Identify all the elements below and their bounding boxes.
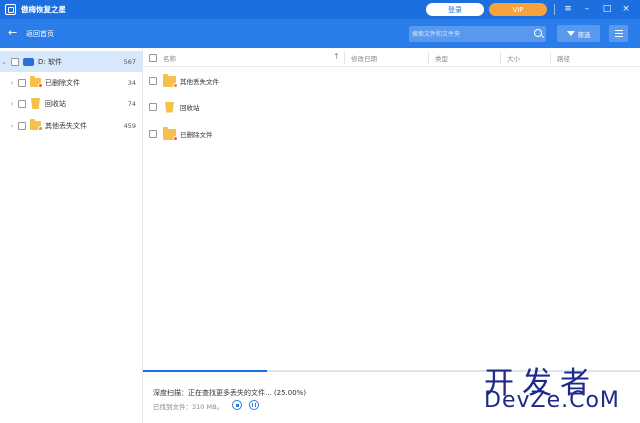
tree-item-drive-d[interactable]: ⌄ D: 软件 567 <box>0 51 142 72</box>
table-row[interactable]: 其他丢失文件 <box>143 68 640 94</box>
lost-folder-icon <box>30 119 43 131</box>
checkbox[interactable] <box>18 99 26 108</box>
search-box[interactable] <box>409 26 546 42</box>
recycle-bin-icon <box>165 101 174 113</box>
item-count: 459 <box>123 121 136 130</box>
checkbox[interactable] <box>18 121 26 130</box>
table-row[interactable]: 已删除文件 <box>143 121 640 147</box>
deleted-folder-icon <box>30 76 43 88</box>
close-icon[interactable]: × <box>619 2 633 16</box>
search-input[interactable] <box>412 28 527 40</box>
select-all-checkbox[interactable] <box>149 54 157 62</box>
pause-scan-button[interactable] <box>249 400 259 410</box>
chevron-down-icon[interactable]: ⌄ <box>0 58 8 66</box>
recycle-bin-icon <box>31 98 40 109</box>
item-count: 567 <box>123 57 136 66</box>
lost-folder-icon <box>163 73 178 88</box>
table-row[interactable]: 回收站 <box>143 94 640 120</box>
row-checkbox[interactable] <box>149 130 157 138</box>
pause-icon <box>252 403 256 407</box>
file-name: 已删除文件 <box>180 131 213 139</box>
title-divider <box>554 4 555 15</box>
watermark: 开发者 DevZe.CoM <box>484 358 634 416</box>
column-type[interactable]: 类型 <box>435 48 448 67</box>
tree-item-label: 其他丢失文件 <box>45 121 87 130</box>
scan-progress-fill <box>143 370 268 372</box>
tree-item-label: D: 软件 <box>38 57 62 66</box>
row-checkbox[interactable] <box>149 77 157 85</box>
filter-label: 筛选 <box>577 30 591 39</box>
maximize-icon[interactable]: □ <box>600 2 614 16</box>
search-icon[interactable] <box>534 29 542 37</box>
checkbox[interactable] <box>18 78 26 87</box>
minimize-icon[interactable]: – <box>580 2 594 16</box>
column-header: 名称 ↑ 修改日期 类型 大小 路径 <box>143 48 640 67</box>
back-home-link[interactable]: 返回首页 <box>26 29 54 39</box>
file-list: 名称 ↑ 修改日期 类型 大小 路径 其他丢失文件 回收站 已删除文件 <box>143 48 640 371</box>
filter-button[interactable]: 筛选 <box>557 25 600 42</box>
file-name: 回收站 <box>180 104 200 112</box>
checkbox[interactable] <box>11 57 19 66</box>
item-count: 34 <box>127 78 136 87</box>
chevron-right-icon[interactable]: › <box>8 122 16 130</box>
sidebar-tree: ⌄ D: 软件 567 › 已删除文件 34 › 回收站 74 › 其他丢失文件… <box>0 48 143 423</box>
column-path[interactable]: 路径 <box>557 48 570 67</box>
sort-ascending-icon[interactable]: ↑ <box>333 52 340 61</box>
deleted-folder-icon <box>163 126 178 141</box>
app-logo-icon <box>5 4 16 15</box>
back-arrow-icon[interactable]: ← <box>8 26 17 39</box>
stop-icon <box>235 403 239 407</box>
filter-icon <box>566 31 575 36</box>
title-bar: 傲梅恢复之星 登录 VIP ≡ – □ × <box>0 0 640 19</box>
hamburger-icon <box>614 30 623 31</box>
login-button[interactable]: 登录 <box>426 3 484 16</box>
drive-icon <box>23 57 34 66</box>
tree-item-other-lost-files[interactable]: › 其他丢失文件 459 <box>0 115 142 136</box>
row-checkbox[interactable] <box>149 103 157 111</box>
nav-bar: ← 返回首页 筛选 <box>0 19 640 48</box>
tree-item-label: 回收站 <box>45 99 66 108</box>
menu-icon[interactable]: ≡ <box>561 2 575 16</box>
stop-scan-button[interactable] <box>232 400 242 410</box>
view-menu-button[interactable] <box>609 25 628 42</box>
vip-button[interactable]: VIP <box>489 3 547 16</box>
app-title: 傲梅恢复之星 <box>21 5 66 14</box>
item-count: 74 <box>127 99 136 108</box>
tree-item-deleted-files[interactable]: › 已删除文件 34 <box>0 72 142 93</box>
column-modified-date[interactable]: 修改日期 <box>351 48 377 67</box>
watermark-en: DevZe.CoM <box>484 388 620 413</box>
tree-item-recycle-bin[interactable]: › 回收站 74 <box>0 93 142 114</box>
column-size[interactable]: 大小 <box>507 48 520 67</box>
column-name[interactable]: 名称 <box>163 48 176 67</box>
chevron-right-icon[interactable]: › <box>8 100 16 108</box>
file-name: 其他丢失文件 <box>180 78 219 86</box>
scan-status-text: 深度扫描：正在查找更多丢失的文件... (25.00%) <box>153 389 307 397</box>
found-size-text: 已找到文件：310 MB。 <box>153 403 224 411</box>
tree-item-label: 已删除文件 <box>45 78 80 87</box>
chevron-right-icon[interactable]: › <box>8 79 16 87</box>
